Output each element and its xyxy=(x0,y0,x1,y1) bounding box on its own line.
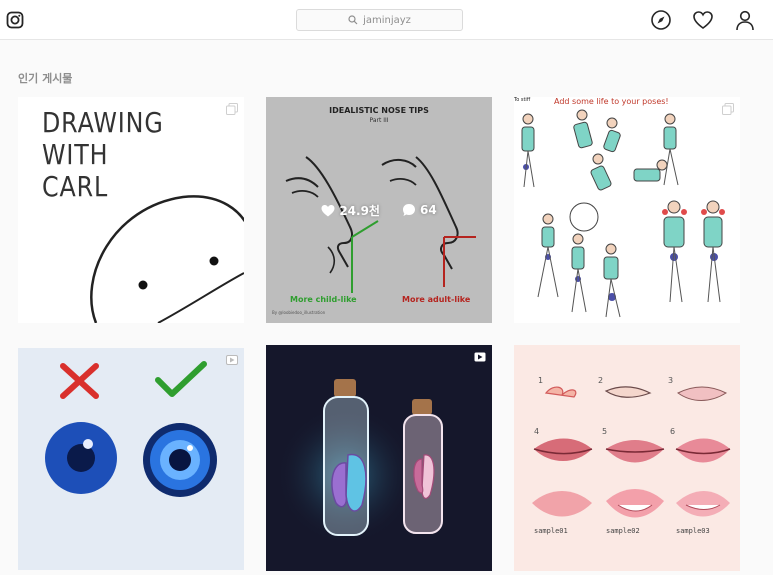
post-hover-overlay: 24.9천 64 xyxy=(266,97,492,323)
post-thumbnail[interactable]: IDEALISTIC NOSE TIPS Part III More child… xyxy=(266,97,492,323)
lip-step-number: 4 xyxy=(534,427,540,436)
search-icon xyxy=(348,15,358,25)
lip-sample-label: sample03 xyxy=(676,527,710,535)
lip-sample-label: sample01 xyxy=(534,527,568,535)
comments-count: 64 xyxy=(419,203,437,217)
lip-sample-label: sample02 xyxy=(606,527,640,535)
lip-step-number: 5 xyxy=(602,427,608,436)
likes-stat: 24.9천 xyxy=(321,202,380,219)
lip-step-number: 6 xyxy=(670,427,676,436)
user-icon[interactable] xyxy=(734,9,756,31)
multiple-icon xyxy=(722,103,734,115)
search-placeholder: jaminjayz xyxy=(363,14,411,26)
video-icon xyxy=(226,355,238,365)
heart-icon xyxy=(321,204,335,216)
post-label: To stiff xyxy=(514,97,531,103)
lip-step-number: 2 xyxy=(598,376,604,385)
comments-stat: 64 xyxy=(402,203,437,217)
post-thumbnail[interactable]: DRAWING WITH CARL xyxy=(18,97,244,323)
bottles-drawing xyxy=(276,379,443,545)
lips-drawing xyxy=(532,386,731,518)
likes-count: 24.9천 xyxy=(339,203,380,218)
lip-step-number: 1 xyxy=(538,376,544,385)
section-title: 인기 게시물 xyxy=(18,72,73,85)
post-thumbnail[interactable] xyxy=(18,348,244,570)
post-thumbnail[interactable]: To stiff Add some life to your poses! xyxy=(514,97,740,323)
poses-drawing xyxy=(521,109,725,318)
post-thumbnail[interactable]: 1 2 3 4 5 6 sample01 sample02 sample03 xyxy=(514,345,740,571)
search-input[interactable]: jaminjayz xyxy=(296,9,463,31)
multiple-icon xyxy=(226,103,238,115)
carl-drawing xyxy=(90,195,244,323)
post-thumbnail[interactable] xyxy=(266,345,492,571)
lip-step-number: 3 xyxy=(668,376,674,385)
compass-icon[interactable] xyxy=(650,9,672,31)
instagram-icon[interactable] xyxy=(6,11,24,29)
post-caption: Add some life to your poses! xyxy=(554,97,669,106)
comment-icon xyxy=(402,204,415,216)
video-icon xyxy=(474,352,486,362)
heart-icon[interactable] xyxy=(692,9,714,31)
eyes-drawing xyxy=(45,361,217,497)
top-bar: jaminjayz xyxy=(0,0,773,40)
